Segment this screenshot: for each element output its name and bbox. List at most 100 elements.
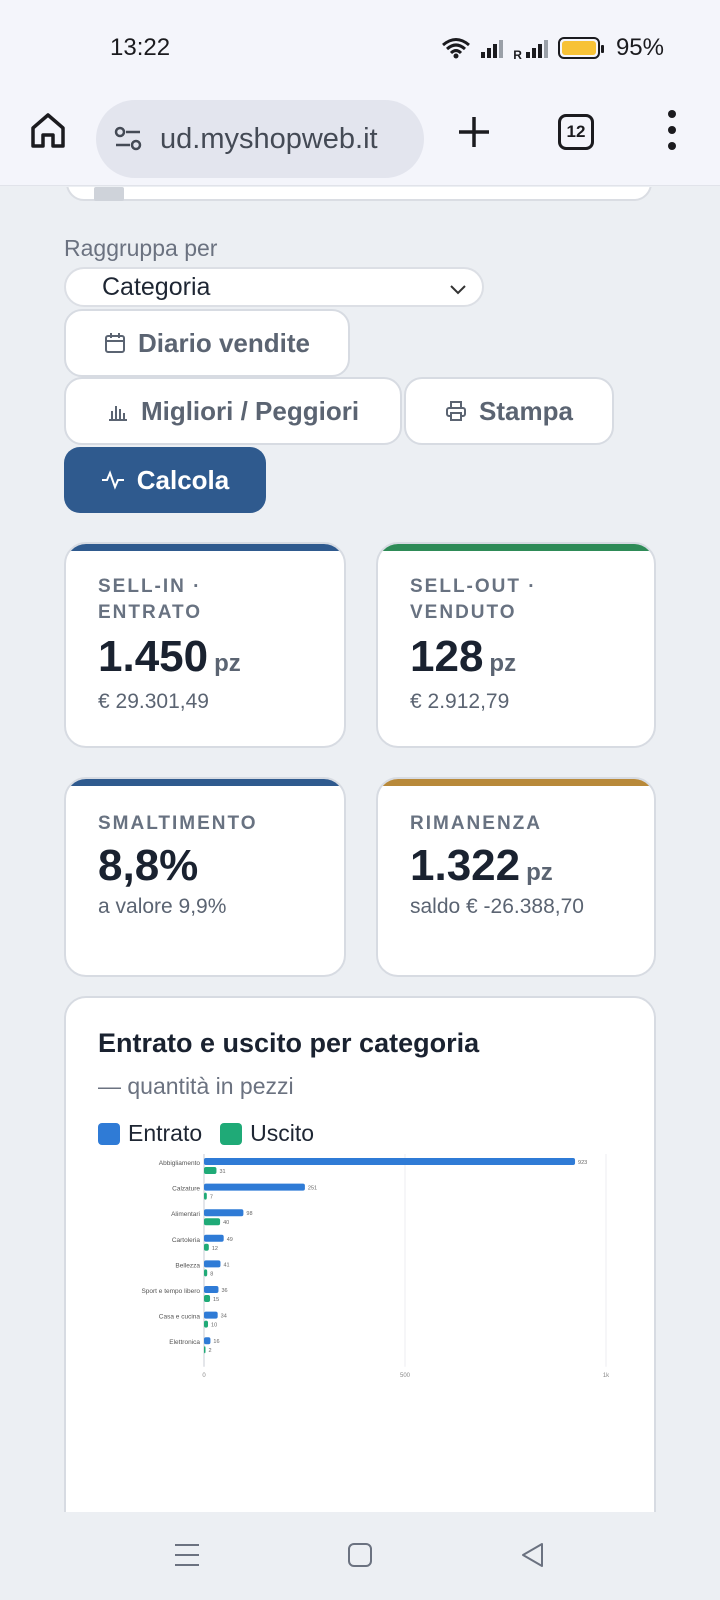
data-label: 12 (212, 1246, 218, 1252)
group-by-value: Categoria (102, 272, 211, 301)
kpi-accent (378, 779, 654, 786)
bar-uscito (204, 1192, 207, 1200)
sales-journal-label: Diario vendite (138, 327, 310, 358)
calendar-icon (105, 333, 126, 353)
battery-icon (557, 37, 604, 59)
kpi-accent (66, 544, 344, 551)
kpi-sell-in: SELL-IN · ENTRATO 1.450 pz € 29.301,49 (64, 542, 346, 748)
bar-entrato (204, 1234, 224, 1242)
site-settings-icon[interactable] (112, 123, 144, 155)
print-label: Stampa (479, 395, 573, 426)
data-label: 40 (223, 1220, 229, 1226)
category-label: Sport e tempo libero (141, 1288, 200, 1295)
previous-card-edge (66, 187, 652, 201)
calculate-label: Calcola (136, 464, 230, 495)
back-icon[interactable] (520, 1542, 546, 1568)
tab-switcher-button[interactable]: 12 (558, 114, 594, 150)
data-label: 16 (213, 1339, 219, 1345)
kpi-value: 1.450 pz (98, 632, 241, 681)
printer-icon (446, 401, 467, 421)
wifi-icon (442, 38, 471, 59)
kpi-label: RIMANENZA (410, 813, 542, 834)
calculate-button[interactable]: Calcola (64, 447, 266, 513)
kpi-rimanenza: RIMANENZA 1.322 pz saldo € -26.388,70 (376, 777, 656, 977)
system-nav-bar (0, 1512, 720, 1600)
more-menu-icon[interactable] (662, 110, 682, 150)
bar-chart: 0 500 1k Abbigliamento 923 31 Calzature 251 7 Ali… (141, 1154, 610, 1379)
category-label: Elettronica (169, 1339, 200, 1346)
kpi-sub: saldo € -26.388,70 (410, 895, 584, 918)
status-icons: R 95% (441, 34, 664, 62)
group-by-label: Raggruppa per (64, 235, 218, 261)
kpi-accent (66, 779, 344, 786)
kpi-value: 8,8% (98, 841, 199, 890)
address-bar[interactable]: ud.myshopweb.it (96, 100, 424, 178)
bar-uscito (204, 1295, 211, 1302)
data-label: 41 (223, 1262, 229, 1268)
data-label: 10 (211, 1323, 217, 1329)
bar-chart-icon (108, 406, 127, 421)
bar-uscito (204, 1218, 221, 1226)
data-label: 251 (308, 1186, 317, 1192)
recent-apps-icon[interactable] (174, 1542, 200, 1568)
category-label: Abbigliamento (159, 1160, 201, 1167)
signal-icon (481, 38, 504, 58)
bar-entrato (204, 1260, 221, 1268)
bar-entrato (204, 1286, 219, 1293)
category-label: Cartoleria (172, 1237, 201, 1244)
bar-entrato (204, 1311, 218, 1319)
kpi-accent (378, 544, 654, 551)
kpi-sub: € 2.912,79 (410, 690, 510, 713)
data-label: 34 (221, 1314, 227, 1320)
chevron-down-icon (450, 285, 466, 295)
status-time: 13:22 (110, 34, 171, 61)
home-nav-icon[interactable] (347, 1542, 373, 1568)
best-worst-label: Migliori / Peggiori (140, 395, 360, 426)
best-worst-button[interactable]: Migliori / Peggiori (64, 377, 402, 445)
bar-uscito (204, 1320, 209, 1328)
data-label: 36 (221, 1288, 227, 1294)
category-label: Casa e cucina (159, 1314, 201, 1321)
kpi-label: SELL-IN · ENTRATO (98, 576, 203, 623)
browser-toolbar: ud.myshopweb.it 12 (0, 92, 720, 186)
battery-percent: 95% (615, 34, 664, 61)
bar-entrato (204, 1183, 305, 1191)
bar-uscito (204, 1167, 217, 1174)
url-text: ud.myshopweb.it (160, 122, 378, 155)
bar-uscito (204, 1243, 209, 1251)
x-tick-label: 1k (603, 1373, 610, 1379)
group-by-select[interactable]: Categoria (64, 267, 484, 307)
category-label: Bellezza (175, 1262, 200, 1269)
new-tab-icon[interactable] (454, 112, 494, 152)
bar-entrato (204, 1337, 211, 1345)
kpi-smaltimento: SMALTIMENTO 8,8% a valore 9,9% (64, 777, 346, 977)
roaming-label: R (513, 48, 522, 62)
sales-journal-button[interactable]: Diario vendite (64, 309, 350, 377)
kpi-label: SMALTIMENTO (98, 813, 258, 834)
kpi-value: 1.322 pz (410, 841, 553, 890)
home-icon[interactable] (28, 110, 68, 150)
category-chart-card: Entrato e uscito per categoria — quantit… (64, 996, 656, 1512)
data-label: 15 (213, 1297, 219, 1303)
kpi-sub: a valore 9,9% (98, 895, 227, 918)
category-label: Calzature (172, 1186, 200, 1193)
bar-entrato (204, 1158, 576, 1165)
category-label: Alimentari (171, 1211, 200, 1218)
status-bar: 13:22 R 95% (0, 0, 720, 92)
signal-icon-2 (525, 38, 548, 58)
kpi-sub: € 29.301,49 (98, 690, 209, 713)
kpi-value: 128 pz (410, 632, 517, 681)
data-label: 7 (210, 1195, 213, 1201)
x-tick-label: 500 (400, 1373, 411, 1379)
data-label: 923 (578, 1160, 587, 1166)
data-label: 8 (210, 1271, 213, 1277)
data-label: 2 (209, 1348, 212, 1354)
bar-entrato (204, 1209, 244, 1217)
bar-uscito (204, 1346, 206, 1354)
data-label: 49 (227, 1237, 233, 1243)
data-label: 98 (246, 1211, 252, 1217)
kpi-sell-out: SELL-OUT · VENDUTO 128 pz € 2.912,79 (376, 542, 656, 748)
bar-uscito (204, 1269, 208, 1277)
print-button[interactable]: Stampa (404, 377, 614, 445)
x-tick-label: 0 (202, 1373, 206, 1379)
